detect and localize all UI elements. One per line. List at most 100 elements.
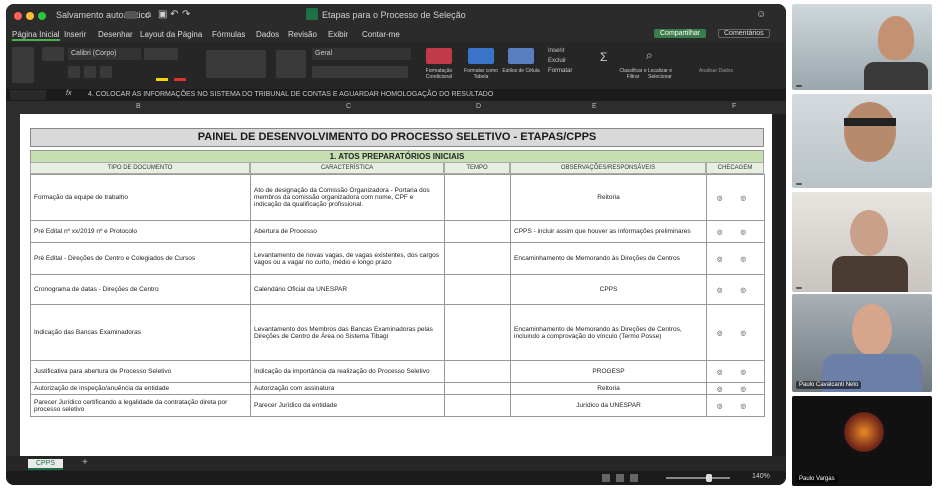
worksheet-grid[interactable]: PAINEL DE DESENVOLVIMENTO DO PROCESSO SE… bbox=[20, 114, 772, 456]
normal-view-icon[interactable] bbox=[602, 474, 610, 482]
cell-tipo[interactable]: Cronograma de datas - Direções de Centro bbox=[30, 274, 251, 305]
cell-caracteristica[interactable]: Levantamento de novas vagas, de vagas ex… bbox=[250, 242, 445, 275]
cell-observacoes[interactable]: PROGESP bbox=[510, 360, 707, 383]
tab-formulas[interactable]: Fórmulas bbox=[212, 30, 245, 39]
cell-checagem[interactable]: ◎ ◎ bbox=[706, 394, 765, 417]
cell-observacoes[interactable]: Reitoria bbox=[510, 174, 707, 221]
cell-styles-icon[interactable] bbox=[508, 48, 534, 64]
account-icon[interactable]: ☺ bbox=[756, 9, 766, 20]
page-break-view-icon[interactable] bbox=[630, 474, 638, 482]
tab-home[interactable]: Página Inicial bbox=[12, 30, 60, 41]
alignment-group[interactable] bbox=[206, 50, 266, 78]
tab-data[interactable]: Dados bbox=[256, 30, 279, 39]
search-icon[interactable]: ⌕ bbox=[646, 48, 653, 63]
cell-tipo[interactable]: Justificativa para abertura de Processo … bbox=[30, 360, 251, 383]
cell-checagem[interactable]: ◎ ◎ bbox=[706, 242, 765, 275]
font-name-select[interactable]: Calibri (Corpo) bbox=[68, 48, 141, 60]
analyze-data-button[interactable]: Analisar Dados bbox=[696, 68, 736, 74]
cell-tempo[interactable] bbox=[444, 360, 511, 383]
formula-input[interactable]: 4. COLOCAR AS INFORMAÇÕES NO SISTEMA DO … bbox=[88, 91, 493, 98]
find-select-button[interactable]: Localizar e Selecionar bbox=[640, 68, 680, 80]
column-header-d[interactable]: D bbox=[476, 103, 481, 110]
name-box[interactable] bbox=[10, 90, 46, 100]
cell-tipo[interactable]: Formação da equipe de trabalho bbox=[30, 174, 251, 221]
cell-observacoes[interactable]: Encaminhamento de Memorando às Direções … bbox=[510, 242, 707, 275]
save-icon[interactable]: ▣ bbox=[158, 9, 167, 20]
cut-button[interactable] bbox=[42, 47, 64, 61]
cell-observacoes[interactable]: CPPS - incluir assim que houver as infor… bbox=[510, 220, 707, 243]
column-header-c[interactable]: C bbox=[346, 103, 351, 110]
column-header-e[interactable]: E bbox=[592, 103, 597, 110]
wrap-merge-group[interactable] bbox=[276, 50, 306, 78]
font-color-button[interactable] bbox=[174, 66, 186, 81]
cell-caracteristica[interactable]: Autorização com assinatura bbox=[250, 382, 445, 395]
cell-tempo[interactable] bbox=[444, 242, 511, 275]
tab-draw[interactable]: Desenhar bbox=[98, 30, 133, 39]
font-size-select[interactable] bbox=[144, 48, 178, 60]
cell-caracteristica[interactable]: Ato de designação da Comissão Organizado… bbox=[250, 174, 445, 221]
tab-tell-me[interactable]: Contar-me bbox=[362, 30, 400, 39]
zoom-slider-handle[interactable] bbox=[706, 474, 712, 482]
number-format-tools[interactable] bbox=[312, 66, 408, 78]
cell-caracteristica[interactable]: Calendário Oficial da UNESPAR bbox=[250, 274, 445, 305]
add-sheet-icon[interactable]: + bbox=[82, 457, 88, 468]
fill-color-button[interactable] bbox=[156, 66, 168, 81]
share-button[interactable]: Compartilhar bbox=[654, 29, 707, 38]
cell-observacoes[interactable]: CPPS bbox=[510, 274, 707, 305]
delete-cells-button[interactable]: Excluir bbox=[548, 58, 566, 64]
undo-icon[interactable]: ↶ bbox=[170, 9, 178, 20]
insert-cells-button[interactable]: Inserir bbox=[548, 48, 565, 54]
tab-review[interactable]: Revisão bbox=[288, 30, 317, 39]
format-cells-button[interactable]: Formatar bbox=[548, 68, 572, 74]
cell-observacoes[interactable]: Reitoria bbox=[510, 382, 707, 395]
cell-observacoes[interactable]: Encaminhamento de Memorando às Direções … bbox=[510, 304, 707, 361]
cell-tempo[interactable] bbox=[444, 382, 511, 395]
cell-tempo[interactable] bbox=[444, 220, 511, 243]
cell-tipo[interactable]: Parecer Jurídico certificando a legalida… bbox=[30, 394, 251, 417]
autosave-toggle[interactable] bbox=[124, 11, 138, 19]
italic-button[interactable] bbox=[84, 66, 96, 78]
cell-tempo[interactable] bbox=[444, 304, 511, 361]
cell-checagem[interactable]: ◎ ◎ bbox=[706, 174, 765, 221]
participant-video-5[interactable]: Paulo Vargas bbox=[792, 396, 932, 486]
participant-video-2[interactable] bbox=[792, 94, 932, 188]
page-layout-view-icon[interactable] bbox=[616, 474, 624, 482]
bold-button[interactable] bbox=[68, 66, 80, 78]
cell-caracteristica[interactable]: Indicação da importância da realização d… bbox=[250, 360, 445, 383]
underline-button[interactable] bbox=[100, 66, 112, 78]
participant-video-4[interactable]: Paulo Cavalcanti Neto bbox=[792, 294, 932, 392]
cell-tempo[interactable] bbox=[444, 174, 511, 221]
cell-observacoes[interactable]: Jurídico da UNESPAR bbox=[510, 394, 707, 417]
cell-caracteristica[interactable]: Parecer Jurídico da entidade bbox=[250, 394, 445, 417]
tab-insert[interactable]: Inserir bbox=[64, 30, 86, 39]
cell-tipo[interactable]: Indicação das Bancas Examinadoras bbox=[30, 304, 251, 361]
cell-checagem[interactable]: ◎ ◎ bbox=[706, 274, 765, 305]
cell-checagem[interactable]: ◎ ◎ bbox=[706, 220, 765, 243]
sheet-tab-cpps[interactable]: CPPS bbox=[28, 459, 64, 470]
cell-tipo[interactable]: Pré Edital nº xx/2019 nº e Protocolo bbox=[30, 220, 251, 243]
comments-button[interactable]: Comentários bbox=[718, 29, 770, 38]
cell-tempo[interactable] bbox=[444, 394, 511, 417]
zoom-slider[interactable] bbox=[666, 477, 730, 479]
column-header-b[interactable]: B bbox=[136, 103, 141, 110]
autosum-icon[interactable]: Σ bbox=[600, 50, 607, 64]
tab-view[interactable]: Exibir bbox=[328, 30, 348, 39]
column-header-f[interactable]: F bbox=[732, 103, 736, 110]
cell-tempo[interactable] bbox=[444, 274, 511, 305]
close-window-button[interactable] bbox=[14, 12, 22, 20]
home-icon[interactable]: ⌂ bbox=[146, 9, 152, 20]
format-table-icon[interactable] bbox=[468, 48, 494, 64]
redo-icon[interactable]: ↷ bbox=[182, 9, 190, 20]
participant-video-3[interactable] bbox=[792, 192, 932, 292]
number-format-select[interactable]: Geral bbox=[312, 48, 411, 60]
cell-checagem[interactable]: ◎ ◎ bbox=[706, 304, 765, 361]
tab-page-layout[interactable]: Layout da Página bbox=[140, 30, 202, 39]
minimize-window-button[interactable] bbox=[26, 12, 34, 20]
paste-button[interactable] bbox=[12, 47, 34, 83]
cell-checagem[interactable]: ◎ ◎ bbox=[706, 382, 765, 395]
maximize-window-button[interactable] bbox=[38, 12, 46, 20]
cell-tipo[interactable]: Autorização de inspeção/anuência da enti… bbox=[30, 382, 251, 395]
cell-checagem[interactable]: ◎ ◎ bbox=[706, 360, 765, 383]
cell-caracteristica[interactable]: Abertura de Processo bbox=[250, 220, 445, 243]
participant-video-1[interactable] bbox=[792, 4, 932, 90]
